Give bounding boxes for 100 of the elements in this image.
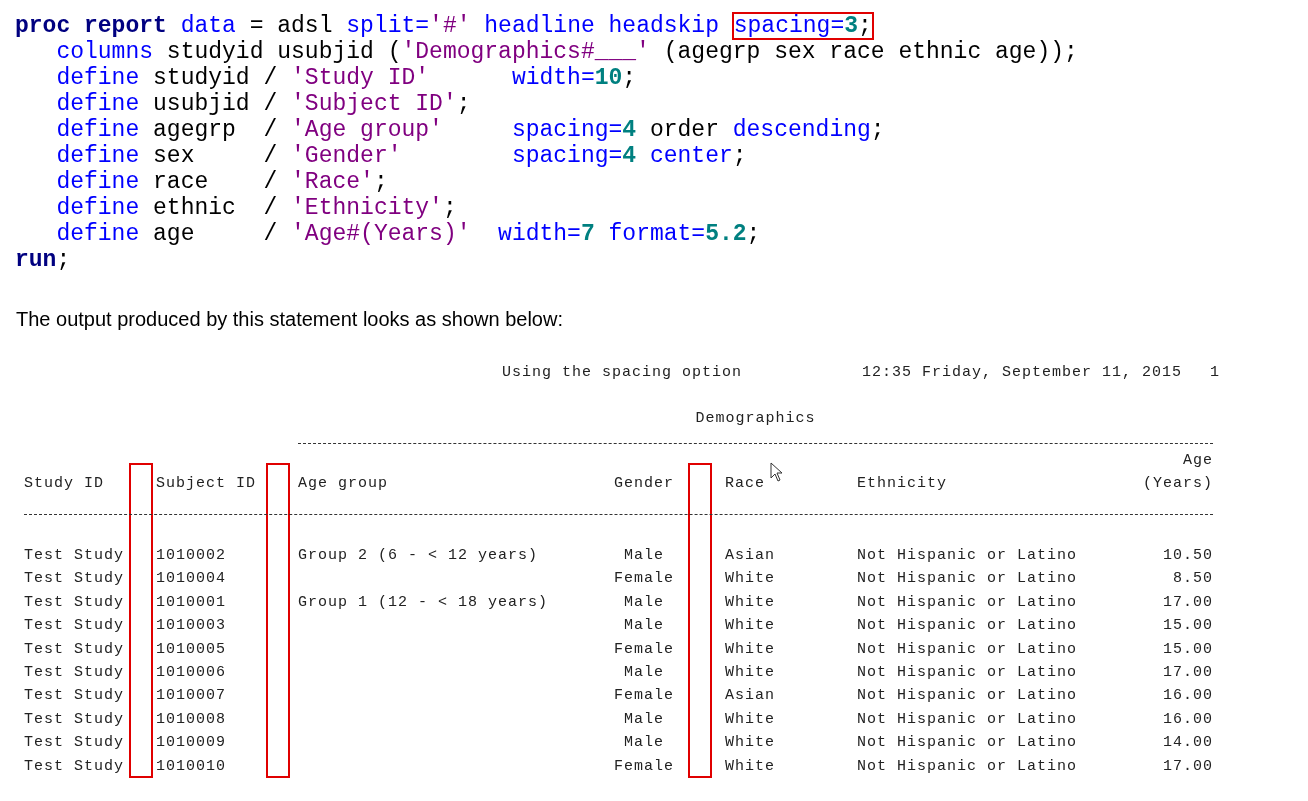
table-cell-text: Test Study	[24, 546, 124, 566]
table-cell-text: 1010008	[156, 709, 226, 730]
column-header: Gender	[614, 474, 674, 494]
table-cell-text: Group 1 (12 - < 18 years)	[298, 592, 549, 613]
code-token: 'Age group'	[291, 117, 443, 143]
table-cell-text: 17.00	[1163, 756, 1213, 777]
code-token: proc report	[15, 13, 167, 39]
table-cell-text: Not Hispanic or Latino	[857, 569, 1078, 590]
table-cell-text: Asian	[725, 546, 775, 566]
table-cell-text: White	[725, 616, 775, 637]
column-header: Age group	[298, 474, 388, 494]
table-cell-text: Male	[624, 663, 664, 684]
table-cell-text: Test Study	[24, 569, 124, 590]
code-token: studyid usubjid (	[165, 39, 402, 65]
report-title: Using the spacing option	[502, 364, 743, 383]
table-cell-text: Not Hispanic or Latino	[857, 639, 1078, 660]
code-token: width=	[497, 221, 581, 247]
table-cell-text: Not Hispanic or Latino	[857, 616, 1078, 637]
table-cell-text: Test Study	[24, 592, 124, 613]
table-cell-text: Female	[614, 569, 674, 590]
code-token: 3	[844, 13, 858, 39]
table-cell-text: Test Study	[24, 756, 124, 777]
table-cell-text: 16.00	[1163, 709, 1213, 730]
table-cell-text: White	[725, 663, 775, 684]
table-cell-text: White	[725, 592, 775, 613]
table-cell-text: Asian	[725, 686, 775, 707]
code-token: spacing=	[733, 13, 845, 39]
code-token: define	[56, 65, 140, 91]
code-token: 5.2	[705, 221, 747, 247]
table-cell-text: 8.50	[1173, 569, 1213, 590]
table-cell-text: 1010003	[156, 616, 226, 637]
table-cell-text: Not Hispanic or Latino	[857, 592, 1078, 613]
table-cell-text: 1010010	[156, 756, 226, 777]
code-token: define	[56, 195, 140, 221]
column-header: Study ID	[24, 474, 104, 494]
code-token: usubjid /	[152, 91, 279, 117]
table-cell-text: 15.00	[1163, 639, 1213, 660]
code-token: 4	[622, 117, 637, 143]
column-header: Subject ID	[156, 474, 256, 494]
code-token: spacing=	[510, 117, 623, 143]
code-token: 'Age#(Years)'	[291, 221, 471, 247]
table-cell-text: 15.00	[1163, 616, 1213, 637]
report-timestamp: 12:35 Friday, September 11, 2015	[862, 364, 1183, 383]
code-token: 4	[622, 143, 637, 169]
code-token: data	[179, 13, 236, 39]
table-cell-text: Female	[614, 756, 674, 777]
code-token: format=	[607, 221, 706, 247]
table-cell-text: 1010005	[156, 639, 226, 660]
code-token: split=	[346, 13, 430, 39]
column-header: Age (Years)	[1143, 451, 1213, 494]
code-token: race /	[152, 169, 279, 195]
code-token: sex /	[152, 143, 279, 169]
table-cell-text: Group 2 (6 - < 12 years)	[298, 546, 539, 566]
paragraph: The output produced by this statement looks as shown below:	[16, 308, 564, 331]
table-cell-text: Test Study	[24, 616, 124, 637]
table-cell-text: 16.00	[1163, 686, 1213, 707]
code-token: '#'	[429, 13, 471, 39]
table-cell-text: Test Study	[24, 686, 124, 707]
table-cell-text: Test Study	[24, 639, 124, 660]
code-token: 'Race'	[291, 169, 374, 195]
code-token: 'Ethnicity'	[291, 195, 443, 221]
column-header: Ethnicity	[857, 474, 947, 494]
table-cell-text: 17.00	[1163, 592, 1213, 613]
code-token: ;	[442, 195, 457, 221]
code-token: ;	[746, 221, 761, 247]
table-cell-text: 1010006	[156, 663, 226, 684]
code-token: 'Subject ID'	[291, 91, 457, 117]
code-token: descending	[732, 117, 871, 143]
code-token: define	[56, 221, 140, 247]
code-token: define	[56, 169, 140, 195]
table-cell-text: 10.50	[1163, 546, 1213, 566]
table-cell-text: Male	[624, 616, 664, 637]
page-number: 1	[1210, 364, 1221, 383]
table-cell-text: White	[725, 756, 775, 777]
table-cell-text: Not Hispanic or Latino	[857, 756, 1078, 777]
code-token: 10	[594, 65, 623, 91]
code-token: = adsl	[248, 13, 334, 39]
table-cell-text: Not Hispanic or Latino	[857, 663, 1078, 684]
code-token: headline headskip	[483, 13, 720, 39]
code-token: ;	[858, 13, 872, 39]
table-cell-text: White	[725, 733, 775, 754]
code-token: studyid /	[152, 65, 279, 91]
table-cell-text: Not Hispanic or Latino	[857, 686, 1078, 707]
table-cell-text: Female	[614, 639, 674, 660]
column-header: Race	[725, 474, 765, 494]
table-cell-text: 14.00	[1163, 733, 1213, 754]
code-token: spacing=	[510, 143, 623, 169]
table-cell-text: 1010001	[156, 592, 226, 613]
table-cell-text: Male	[624, 546, 664, 566]
code-token: define	[56, 117, 140, 143]
code-token: define	[56, 143, 140, 169]
table-cell-text: Female	[614, 686, 674, 707]
table-cell-text: 1010002	[156, 546, 226, 566]
code-token: width=	[510, 65, 595, 91]
code-token: (agegrp sex race ethnic age));	[662, 39, 1078, 65]
code-token: age /	[152, 221, 279, 247]
table-cell-text: Male	[624, 592, 664, 613]
code-token: center	[648, 143, 733, 169]
code-token: ;	[456, 91, 471, 117]
table-cell-text: Test Study	[24, 709, 124, 730]
